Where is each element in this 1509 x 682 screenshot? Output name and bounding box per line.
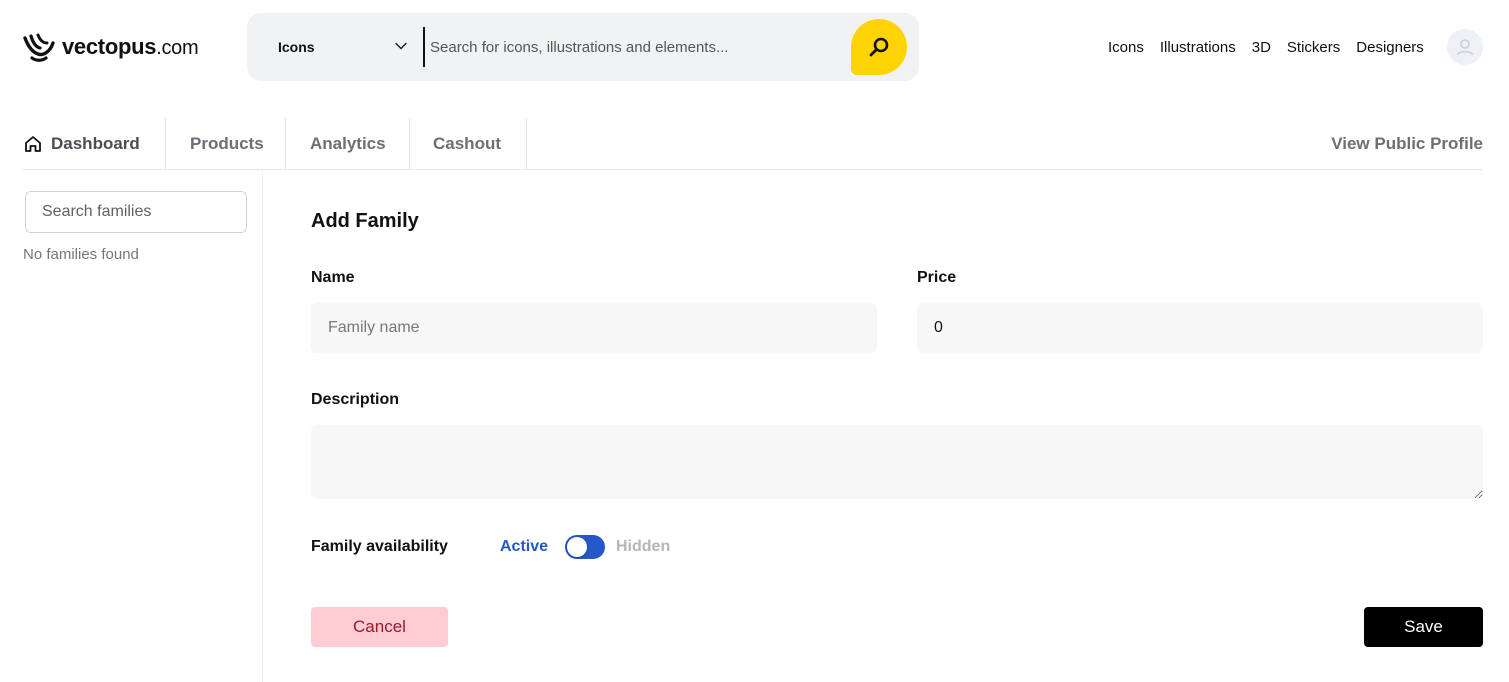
- tab-dashboard[interactable]: Dashboard: [23, 118, 140, 169]
- brand-name-main: vectopus: [62, 34, 157, 59]
- tab-cashout[interactable]: Cashout: [433, 118, 501, 169]
- toggle-knob: [567, 537, 587, 557]
- search-button[interactable]: [851, 19, 907, 75]
- description-label: Description: [311, 391, 400, 408]
- brand-name-domain: .com: [156, 37, 199, 59]
- tab-divider: [409, 118, 410, 169]
- tab-analytics-label: Analytics: [310, 133, 386, 153]
- price-input[interactable]: [917, 303, 1483, 353]
- search-families-input[interactable]: [25, 191, 247, 233]
- price-label: Price: [917, 269, 957, 286]
- octopus-logo-icon: [23, 33, 55, 62]
- global-search-bar: Icons: [247, 13, 919, 81]
- search-divider: [423, 27, 425, 67]
- tab-products[interactable]: Products: [190, 118, 264, 169]
- cancel-button[interactable]: Cancel: [311, 607, 448, 647]
- search-icon: [869, 37, 889, 57]
- dashboard-tabs: Dashboard Products Analytics Cashout Vie…: [23, 118, 1483, 170]
- family-name-input[interactable]: [311, 303, 877, 353]
- home-icon: [25, 135, 41, 152]
- search-type-label: Icons: [278, 39, 315, 55]
- availability-label: Family availability: [311, 538, 448, 555]
- brand-name: vectopus.com: [62, 34, 199, 60]
- tab-divider: [526, 118, 527, 169]
- add-family-form: Add Family Name Price Description Family…: [263, 170, 1509, 682]
- tab-divider: [165, 118, 166, 169]
- chevron-down-icon: [395, 42, 407, 50]
- families-sidebar: No families found: [0, 170, 263, 682]
- search-type-dropdown[interactable]: Icons: [278, 13, 408, 81]
- tab-products-label: Products: [190, 133, 264, 153]
- brand-logo[interactable]: vectopus.com: [22, 30, 199, 64]
- tab-analytics[interactable]: Analytics: [310, 118, 386, 169]
- nav-link-3d[interactable]: 3D: [1252, 39, 1271, 56]
- user-icon: [1456, 39, 1474, 56]
- empty-families-text: No families found: [23, 246, 139, 263]
- name-label: Name: [311, 269, 355, 286]
- tab-divider: [285, 118, 286, 169]
- availability-hidden-label[interactable]: Hidden: [616, 538, 670, 556]
- save-button[interactable]: Save: [1364, 607, 1483, 647]
- user-avatar[interactable]: [1447, 29, 1483, 65]
- availability-row: Family availability Active Hidden: [311, 534, 670, 560]
- form-title: Add Family: [311, 210, 419, 232]
- view-public-profile-link[interactable]: View Public Profile: [1331, 118, 1483, 169]
- tab-cashout-label: Cashout: [433, 133, 501, 153]
- availability-toggle[interactable]: [565, 535, 605, 559]
- availability-active-label[interactable]: Active: [500, 538, 548, 556]
- tab-dashboard-label: Dashboard: [51, 133, 140, 153]
- global-search-input[interactable]: [430, 27, 840, 67]
- nav-link-illustrations[interactable]: Illustrations: [1160, 39, 1236, 56]
- top-navigation: Icons Illustrations 3D Stickers Designer…: [1108, 36, 1424, 58]
- nav-link-icons[interactable]: Icons: [1108, 39, 1144, 56]
- site-header: vectopus.com Icons Icons Illustrations 3…: [0, 0, 1509, 94]
- nav-link-stickers[interactable]: Stickers: [1287, 39, 1340, 56]
- nav-link-designers[interactable]: Designers: [1356, 39, 1424, 56]
- description-textarea[interactable]: [311, 425, 1483, 499]
